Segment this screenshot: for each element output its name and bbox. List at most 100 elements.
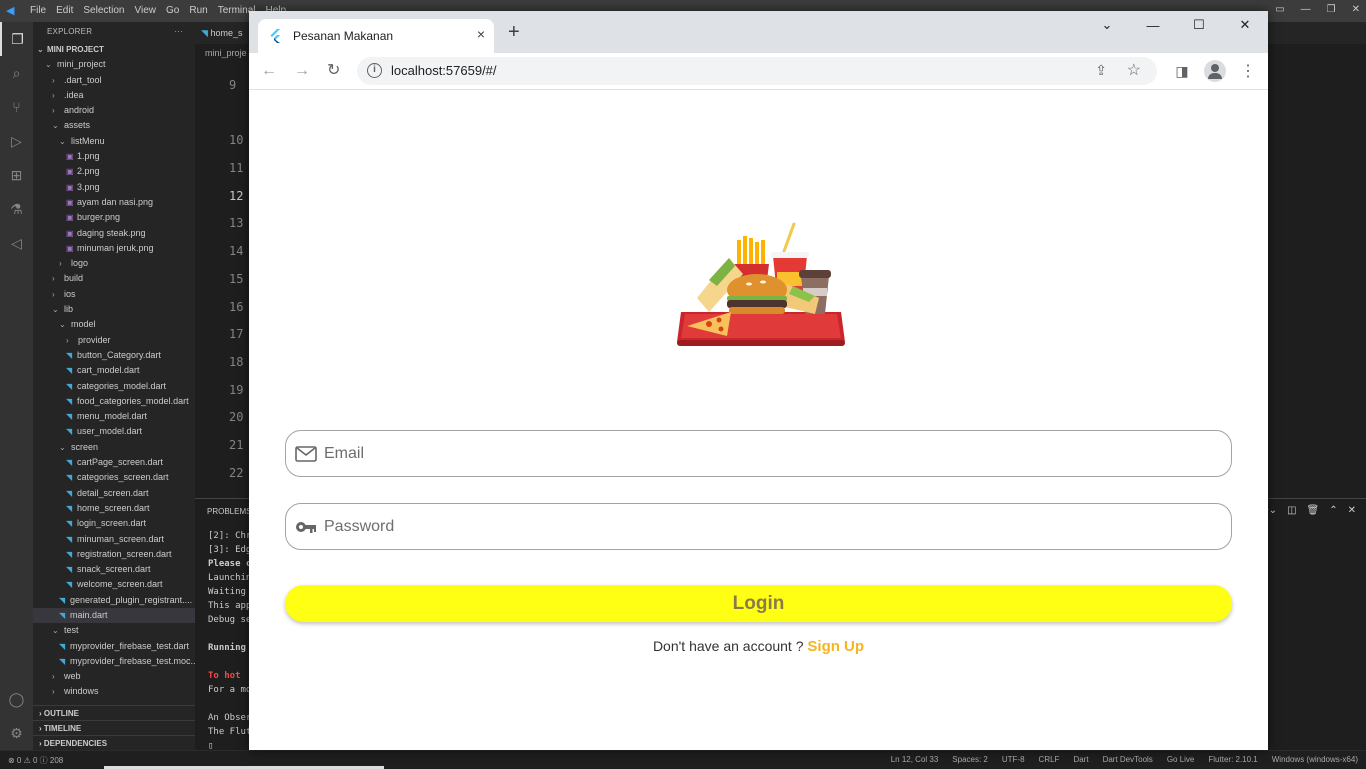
status-item[interactable]: Flutter: 2.10.1 xyxy=(1208,755,1257,764)
tree-folder[interactable]: ⌄ lib xyxy=(33,302,195,317)
email-input[interactable] xyxy=(324,440,1204,468)
restore-icon[interactable]: ❐ xyxy=(1327,4,1336,15)
back-icon[interactable]: ← xyxy=(261,61,277,81)
tree-folder[interactable]: › windows xyxy=(33,684,195,699)
tree-file[interactable]: ◥ login_screen.dart xyxy=(33,516,195,531)
extensions-icon[interactable]: ⊞ xyxy=(0,158,33,192)
tree-file[interactable]: ◥ menu_model.dart xyxy=(33,409,195,424)
tree-folder[interactable]: ⌄ mini_project xyxy=(33,57,195,72)
tree-folder[interactable]: › build xyxy=(33,271,195,286)
tree-folder[interactable]: › .idea xyxy=(33,88,195,103)
breadcrumb[interactable]: mini_proje xyxy=(205,48,247,58)
kebab-menu-icon[interactable]: ⋮ xyxy=(1238,61,1258,81)
editor-tab[interactable]: ◥ home_s xyxy=(201,28,242,39)
status-item[interactable]: Spaces: 2 xyxy=(952,755,988,764)
panel-tab-problems[interactable]: PROBLEMS xyxy=(207,507,251,516)
maximize-panel-icon[interactable]: ⌃ xyxy=(1329,505,1337,516)
tree-file[interactable]: ◥ generated_plugin_registrant.... xyxy=(33,593,195,608)
tree-folder[interactable]: ⌄ assets xyxy=(33,118,195,133)
account-icon[interactable]: ◯ xyxy=(0,682,33,716)
password-field[interactable] xyxy=(285,503,1232,550)
password-input[interactable] xyxy=(324,513,1204,541)
status-item[interactable]: Dart DevTools xyxy=(1103,755,1153,764)
search-icon[interactable]: ⌕ xyxy=(0,56,33,90)
email-field[interactable] xyxy=(285,430,1232,477)
tree-file[interactable]: ◥ myprovider_firebase_test.dart xyxy=(33,639,195,654)
share-icon[interactable]: ⇪ xyxy=(1095,62,1107,79)
status-item[interactable]: Dart xyxy=(1073,755,1088,764)
side-panel-icon[interactable]: ◨ xyxy=(1172,61,1192,81)
menu-item-edit[interactable]: Edit xyxy=(56,5,73,16)
browser-tab[interactable]: Pesanan Makanan × xyxy=(258,19,494,53)
url-text[interactable]: localhost:57659/#/ xyxy=(391,63,497,78)
tree-file[interactable]: ◥ main.dart xyxy=(33,607,195,624)
tree-folder[interactable]: › android xyxy=(33,103,195,118)
tree-folder[interactable]: ⌄ model xyxy=(33,317,195,332)
reload-icon[interactable]: ↻ xyxy=(327,61,340,81)
problems-count[interactable]: ⊗ 0 ⚠ 0 ⓘ 208 xyxy=(8,755,63,766)
explorer-icon[interactable]: ❐ xyxy=(0,22,33,56)
tree-file[interactable]: ▣ 3.png xyxy=(33,180,195,195)
tree-folder[interactable]: ⌄ screen xyxy=(33,440,195,455)
tree-file[interactable]: ▣ minuman jeruk.png xyxy=(33,241,195,256)
menu-item-selection[interactable]: Selection xyxy=(83,5,124,16)
testing-icon[interactable]: ⚗ xyxy=(0,192,33,226)
menu-item-view[interactable]: View xyxy=(135,5,157,16)
tree-file[interactable]: ▣ 2.png xyxy=(33,164,195,179)
bookmark-star-icon[interactable]: ☆ xyxy=(1127,60,1141,80)
flutter-icon[interactable]: ◁ xyxy=(0,226,33,260)
tree-file[interactable]: ◥ welcome_screen.dart xyxy=(33,577,195,592)
tree-file[interactable]: ◥ button_Category.dart xyxy=(33,348,195,363)
menu-item-go[interactable]: Go xyxy=(166,5,179,16)
split-terminal-icon[interactable]: ◫ xyxy=(1287,505,1296,516)
status-item[interactable]: Ln 12, Col 33 xyxy=(891,755,939,764)
status-item[interactable]: Go Live xyxy=(1167,755,1195,764)
forward-icon[interactable]: → xyxy=(294,61,310,81)
maximize-icon[interactable]: ☐ xyxy=(1176,11,1222,39)
new-tab-button[interactable]: + xyxy=(508,22,520,42)
tree-file[interactable]: ◥ food_categories_model.dart xyxy=(33,394,195,409)
status-item[interactable]: UTF-8 xyxy=(1002,755,1025,764)
profile-avatar-icon[interactable] xyxy=(1204,60,1226,82)
timeline-section[interactable]: › TIMELINE xyxy=(33,720,195,735)
close-window-icon[interactable]: ✕ xyxy=(1222,11,1268,39)
tree-file[interactable]: ◥ minuman_screen.dart xyxy=(33,532,195,547)
address-bar[interactable]: i localhost:57659/#/ ⇪ ☆ xyxy=(357,57,1157,85)
trash-icon[interactable]: 🗑 xyxy=(1307,505,1320,516)
status-item[interactable]: Windows (windows-x64) xyxy=(1272,755,1358,764)
tree-folder[interactable]: › logo xyxy=(33,256,195,271)
tree-file[interactable]: ▣ 1.png xyxy=(33,149,195,164)
dependencies-section[interactable]: › DEPENDENCIES xyxy=(33,735,195,750)
tree-file[interactable]: ◥ detail_screen.dart xyxy=(33,486,195,501)
menu-item-run[interactable]: Run xyxy=(189,5,207,16)
tab-search-icon[interactable]: ⌄ xyxy=(1084,11,1130,39)
status-left[interactable]: ⊗ 0 ⚠ 0 ⓘ 208 xyxy=(8,755,63,766)
tree-file[interactable]: ◥ cartPage_screen.dart xyxy=(33,455,195,470)
layout-icon[interactable]: ▭ xyxy=(1275,4,1284,15)
tree-file[interactable]: ▣ burger.png xyxy=(33,210,195,225)
tree-file[interactable]: ◥ categories_screen.dart xyxy=(33,470,195,485)
tree-file[interactable]: ◥ registration_screen.dart xyxy=(33,547,195,562)
tree-folder[interactable]: › provider xyxy=(33,333,195,348)
close-icon[interactable]: ✕ xyxy=(1352,4,1360,15)
tree-file[interactable]: ◥ user_model.dart xyxy=(33,424,195,439)
tree-file[interactable]: ◥ categories_model.dart xyxy=(33,379,195,394)
tree-folder[interactable]: › web xyxy=(33,669,195,684)
signup-link[interactable]: Sign Up xyxy=(807,638,864,655)
tree-file[interactable]: ◥ snack_screen.dart xyxy=(33,562,195,577)
tree-file[interactable]: ◥ myprovider_firebase_test.moc... xyxy=(33,654,195,669)
close-tab-icon[interactable]: × xyxy=(477,26,485,42)
outline-section[interactable]: › OUTLINE xyxy=(33,705,195,720)
run-debug-icon[interactable]: ▷ xyxy=(0,124,33,158)
settings-gear-icon[interactable]: ⚙ xyxy=(0,716,33,750)
tree-file[interactable]: ◥ cart_model.dart xyxy=(33,363,195,378)
tree-folder[interactable]: ⌄ test xyxy=(33,623,195,638)
close-panel-icon[interactable]: ✕ xyxy=(1348,505,1356,516)
source-control-icon[interactable]: ⑂ xyxy=(0,90,33,124)
tree-file[interactable]: ◥ home_screen.dart xyxy=(33,501,195,516)
minimize-icon[interactable]: — xyxy=(1301,4,1311,15)
tree-file[interactable]: ▣ daging steak.png xyxy=(33,226,195,241)
tree-folder[interactable]: ⌄ listMenu xyxy=(33,134,195,149)
status-item[interactable]: CRLF xyxy=(1039,755,1060,764)
login-button[interactable]: Login xyxy=(285,585,1232,622)
